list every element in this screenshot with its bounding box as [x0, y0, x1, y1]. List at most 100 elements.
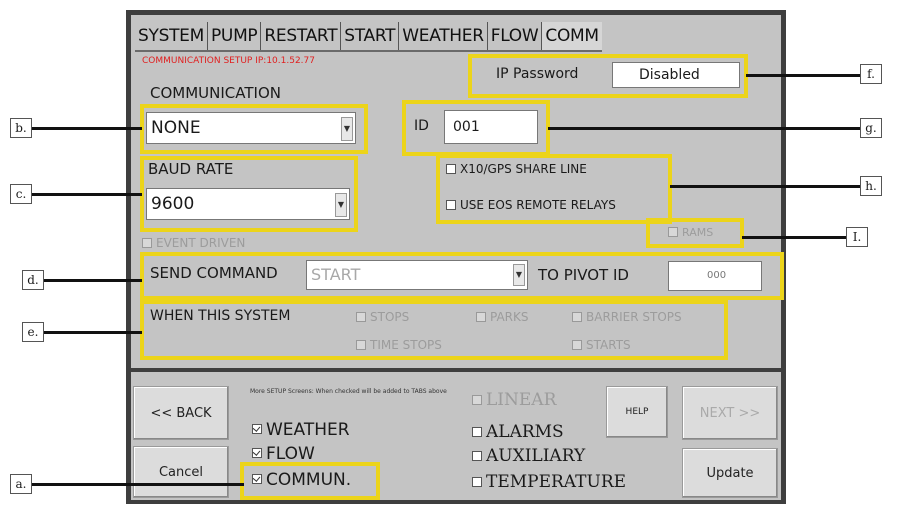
- temperature-label: TEMPERATURE: [486, 472, 627, 492]
- x10-gps-share-checkbox[interactable]: X10/GPS SHARE LINE: [446, 162, 587, 176]
- checkbox-icon: [572, 311, 582, 322]
- checkbox-icon: [472, 450, 482, 461]
- checkbox-icon: [472, 394, 482, 405]
- setup-screens-note: More SETUP Screens: When checked will be…: [250, 388, 447, 395]
- tab-restart[interactable]: RESTART: [261, 22, 342, 50]
- alarms-checkbox[interactable]: ALARMS: [472, 422, 564, 442]
- checkbox-icon: [142, 237, 152, 248]
- checkbox-icon: [446, 163, 456, 174]
- tab-weather[interactable]: WEATHER: [399, 22, 488, 50]
- checkbox-icon: [668, 227, 678, 237]
- send-command-value: START: [311, 265, 361, 284]
- tab-system[interactable]: SYSTEM: [135, 22, 208, 50]
- checkbox-icon: [252, 424, 262, 434]
- linear-checkbox[interactable]: LINEAR: [472, 390, 556, 410]
- tab-start[interactable]: START: [341, 22, 400, 50]
- event-driven-label: EVENT DRIVEN: [156, 236, 246, 250]
- baud-rate-select[interactable]: 9600 ▼: [146, 188, 350, 220]
- checkbox-icon: [356, 339, 366, 350]
- tab-bar: SYSTEM PUMP RESTART START WEATHER FLOW C…: [135, 22, 602, 52]
- barrier-stops-checkbox[interactable]: BARRIER STOPS: [572, 310, 682, 324]
- callout-i: I.: [846, 227, 868, 247]
- commun-checkbox[interactable]: COMMUN.: [252, 470, 351, 490]
- baud-rate-value: 9600: [151, 194, 195, 214]
- stops-label: STOPS: [370, 310, 410, 324]
- ip-password-field[interactable]: Disabled: [612, 62, 740, 88]
- checkbox-icon: [572, 339, 582, 350]
- callout-f-line: [746, 74, 860, 77]
- tab-flow[interactable]: FLOW: [488, 22, 543, 50]
- barrier-stops-label: BARRIER STOPS: [586, 310, 682, 324]
- ip-password-label: IP Password: [496, 66, 579, 82]
- temperature-checkbox[interactable]: TEMPERATURE: [472, 472, 626, 492]
- parks-label: PARKS: [490, 310, 529, 324]
- tab-comm[interactable]: COMM: [542, 22, 602, 50]
- callout-i-line: [742, 236, 846, 239]
- event-driven-checkbox[interactable]: EVENT DRIVEN: [142, 236, 245, 250]
- chevron-down-icon[interactable]: ▼: [341, 117, 353, 141]
- checkbox-icon: [472, 476, 482, 487]
- tab-pump[interactable]: PUMP: [208, 22, 262, 50]
- callout-f: f.: [860, 64, 882, 84]
- auxiliary-label: AUXILIARY: [486, 446, 586, 466]
- callout-h-line: [670, 185, 860, 188]
- checkbox-icon: [252, 474, 262, 484]
- callout-a: a.: [10, 474, 32, 494]
- callout-g-line: [548, 127, 860, 130]
- weather-checkbox[interactable]: WEATHER: [252, 420, 350, 440]
- id-label: ID: [414, 118, 429, 134]
- weather-label: WEATHER: [266, 420, 350, 440]
- flow-checkbox[interactable]: FLOW: [252, 444, 315, 464]
- time-stops-checkbox[interactable]: TIME STOPS: [356, 338, 442, 352]
- checkbox-icon: [252, 448, 262, 458]
- communication-select[interactable]: NONE ▼: [146, 112, 356, 144]
- checkbox-icon: [476, 311, 486, 322]
- pivot-id-field[interactable]: 000: [668, 261, 762, 291]
- chevron-down-icon[interactable]: ▼: [335, 193, 347, 217]
- stops-checkbox[interactable]: STOPS: [356, 310, 409, 324]
- rams-checkbox[interactable]: RAMS: [668, 226, 713, 239]
- rams-label: RAMS: [682, 226, 714, 239]
- callout-d-line: [44, 279, 142, 282]
- callout-b: b.: [10, 118, 32, 138]
- when-this-system-label: WHEN THIS SYSTEM: [150, 308, 291, 324]
- commun-label: COMMUN.: [266, 470, 352, 490]
- starts-label: STARTS: [586, 338, 631, 352]
- checkbox-icon: [356, 311, 366, 322]
- callout-e: e.: [22, 322, 44, 342]
- callout-h: h.: [860, 176, 882, 196]
- next-button[interactable]: NEXT >>: [682, 386, 778, 440]
- flow-label: FLOW: [266, 444, 315, 464]
- checkbox-icon: [472, 426, 482, 437]
- x10-gps-share-label: X10/GPS SHARE LINE: [460, 162, 587, 176]
- help-button[interactable]: HELP: [606, 386, 668, 438]
- communication-label: COMMUNICATION: [150, 84, 281, 102]
- auxiliary-checkbox[interactable]: AUXILIARY: [472, 446, 585, 466]
- callout-g: g.: [860, 118, 882, 138]
- callout-c-line: [32, 193, 142, 196]
- callout-e-line: [44, 331, 142, 334]
- eos-remote-relays-checkbox[interactable]: USE EOS REMOTE RELAYS: [446, 198, 616, 212]
- id-field[interactable]: 001: [444, 110, 538, 144]
- callout-c: c.: [10, 184, 32, 204]
- checkbox-icon: [446, 199, 456, 210]
- alarms-label: ALARMS: [486, 422, 564, 442]
- update-button[interactable]: Update: [682, 448, 778, 498]
- parks-checkbox[interactable]: PARKS: [476, 310, 529, 324]
- starts-checkbox[interactable]: STARTS: [572, 338, 631, 352]
- cancel-button[interactable]: Cancel: [133, 446, 229, 498]
- setup-ip-line: COMMUNICATION SETUP IP:10.1.52.77: [142, 56, 315, 66]
- callout-d: d.: [22, 270, 44, 290]
- time-stops-label: TIME STOPS: [370, 338, 442, 352]
- callout-a-line: [32, 483, 244, 486]
- chevron-down-icon[interactable]: ▼: [513, 264, 525, 286]
- send-command-label: SEND COMMAND: [150, 264, 278, 282]
- linear-label: LINEAR: [486, 390, 557, 410]
- to-pivot-id-label: TO PIVOT ID: [538, 266, 629, 284]
- back-button[interactable]: << BACK: [133, 386, 229, 440]
- callout-b-line: [32, 127, 142, 130]
- send-command-select[interactable]: START ▼: [306, 260, 528, 290]
- baud-rate-label: BAUD RATE: [148, 160, 234, 178]
- communication-value: NONE: [151, 118, 201, 138]
- eos-remote-relays-label: USE EOS REMOTE RELAYS: [460, 198, 616, 212]
